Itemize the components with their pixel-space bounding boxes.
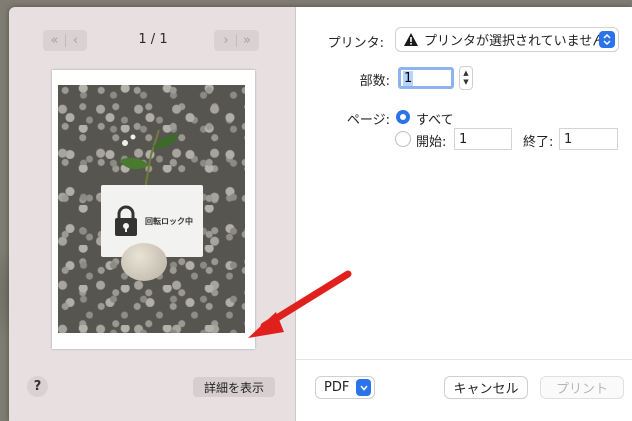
page-preview: 回転ロック中 — [52, 70, 255, 349]
page-indicator: 1 / 1 — [138, 32, 168, 47]
warning-icon — [404, 33, 418, 46]
pdf-menu-button[interactable]: PDF — [316, 377, 374, 398]
last-page-icon[interactable]: » — [237, 33, 257, 48]
pages-from-label: 開始: — [416, 135, 447, 150]
stepper-down-icon[interactable]: ▼ — [463, 78, 468, 87]
pages-all-radio[interactable] — [396, 110, 410, 124]
page-nav-forward-group: › » — [214, 30, 259, 51]
pages-label: ページ: — [346, 113, 390, 128]
pages-to-field[interactable]: 1 — [560, 129, 617, 149]
preview-photo: 回転ロック中 — [58, 85, 245, 333]
lock-icon — [115, 205, 137, 236]
printer-label: プリンタ: — [327, 36, 384, 51]
footer-divider — [296, 359, 632, 360]
pages-range-radio[interactable] — [396, 132, 410, 146]
copies-stepper[interactable]: ▲ ▼ — [460, 67, 472, 89]
cancel-button[interactable]: キャンセル — [445, 377, 527, 398]
prev-page-icon[interactable]: ‹ — [66, 33, 86, 48]
first-page-icon[interactable]: « — [45, 33, 65, 48]
stepper-up-icon[interactable]: ▲ — [463, 69, 468, 78]
copies-label: 部数: — [359, 74, 390, 89]
preview-pane: « ‹ 1 / 1 › » 回転ロック中 ? 詳細を表示 — [9, 7, 296, 421]
rotation-lock-text: 回転ロック中 — [145, 216, 193, 226]
pages-from-field[interactable]: 1 — [455, 129, 511, 149]
annotation-arrow — [248, 270, 352, 338]
help-button[interactable]: ? — [27, 376, 48, 397]
printer-value: プリンタが選択されていません — [424, 34, 606, 49]
next-page-icon[interactable]: › — [216, 33, 236, 48]
chevron-down-icon — [356, 379, 371, 396]
printer-select[interactable]: プリンタが選択されていません — [396, 28, 618, 51]
print-button[interactable]: プリント — [541, 377, 623, 398]
show-details-button[interactable]: 詳細を表示 — [193, 377, 275, 397]
print-dialog: « ‹ 1 / 1 › » 回転ロック中 ? 詳細を表示 プリンタ: プリンタが… — [9, 7, 632, 421]
pages-to-label: 終了: — [523, 135, 554, 150]
settings-pane: プリンタ: プリンタが選択されていません 部数: 1 ▲ ▼ ページ: すべて … — [296, 7, 632, 421]
copies-field[interactable]: 1 — [398, 67, 454, 89]
page-nav-back-group: « ‹ — [43, 30, 87, 51]
pdf-label: PDF — [324, 380, 350, 395]
chevron-updown-icon — [599, 31, 615, 48]
copies-value: 1 — [403, 70, 414, 86]
pages-all-label: すべて — [416, 113, 454, 128]
stone — [121, 243, 167, 281]
